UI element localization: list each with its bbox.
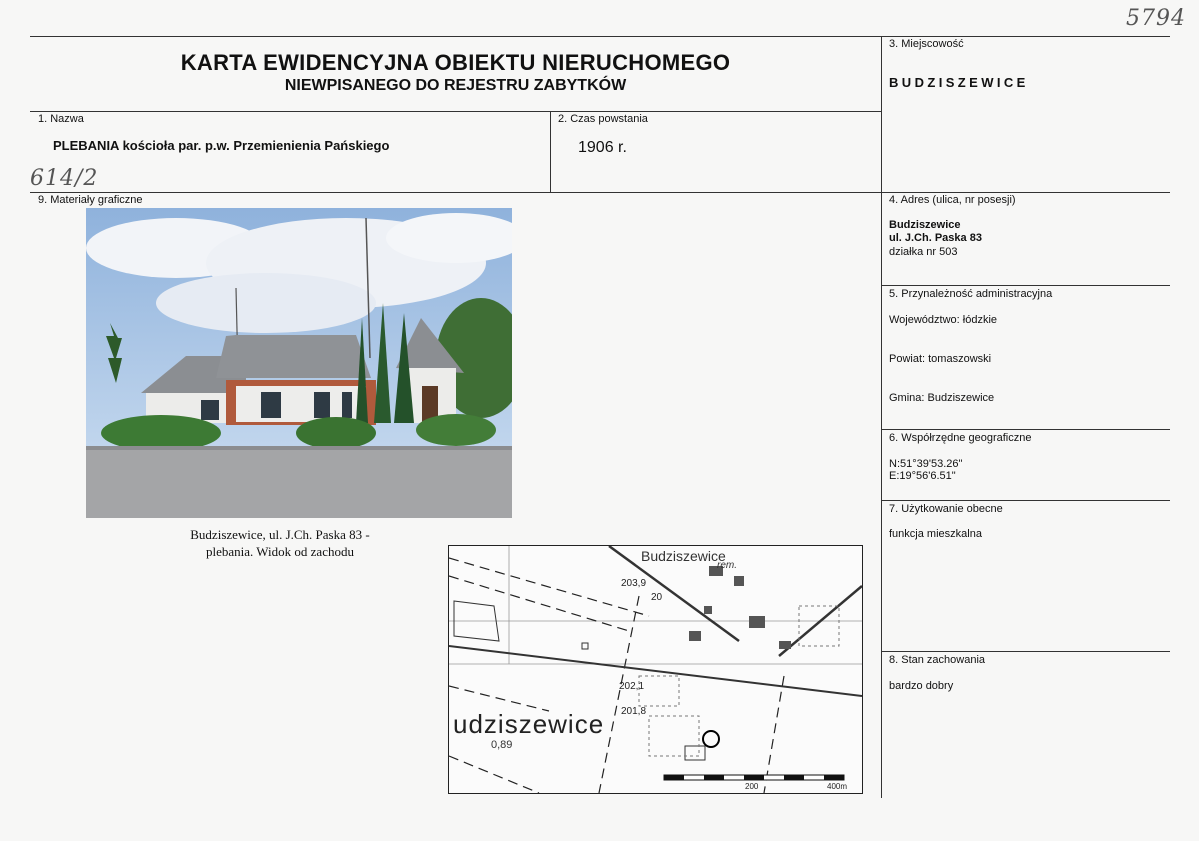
card-title: KARTA EWIDENCYJNA OBIEKTU NIERUCHOMEGO [180, 50, 731, 75]
top-rule [30, 36, 1170, 37]
map-elevation-2: 20 [651, 592, 663, 603]
field-5-label: 5. Przynależność administracyjna [889, 288, 1053, 300]
row-rule-5 [881, 651, 1170, 652]
address-street: ul. J.Ch. Paska 83 [889, 232, 982, 244]
map-elevation-1: 203,9 [621, 578, 647, 589]
map-elevation-4: 201,8 [621, 706, 647, 717]
map-town-label-main: udziszewice [453, 709, 605, 739]
right-column-divider [881, 36, 882, 798]
photo-caption-line-2: plebania. Widok od zachodu [206, 544, 354, 559]
map-elevation-3: 202,1 [619, 681, 645, 692]
name-date-divider [550, 111, 551, 193]
longitude-value: E:19°56'6.51" [889, 470, 956, 482]
commune-value: Gmina: Budziszewice [889, 392, 995, 404]
latitude-value: N:51°39'53.26" [889, 458, 963, 470]
field-6-label: 6. Współrzędne geograficzne [889, 432, 1032, 444]
map-rem-label: rem. [717, 560, 737, 571]
map-scale-200: 200 [745, 782, 759, 791]
building-photo [86, 208, 526, 518]
field-1-label: 1. Nazwa [38, 113, 84, 125]
handwritten-archive-number: 5794 [1126, 6, 1186, 31]
field-8-label: 8. Stan zachowania [889, 654, 986, 666]
row-rule-4 [881, 500, 1170, 501]
map-elevation-5: 0,89 [491, 739, 513, 751]
voivodeship-value: Województwo: łódzkie [889, 314, 998, 326]
location-map: Budziszewice rem. 203,9 20 202,1 201,8 u… [448, 545, 863, 794]
record-card: { "header": { "title_line1": "KARTA EWID… [0, 0, 1199, 841]
construction-date-value: 1906 r. [578, 139, 627, 156]
row-rule-1 [30, 192, 1170, 193]
county-value: Powiat: tomaszowski [889, 353, 992, 365]
photo-caption-line-1: Budziszewice, ul. J.Ch. Paska 83 - [190, 527, 370, 542]
header-bottom-rule [30, 111, 881, 112]
field-2-label: 2. Czas powstania [558, 113, 648, 125]
field-4-label: 4. Adres (ulica, nr posesji) [889, 194, 1016, 206]
field-3-label: 3. Miejscowość [889, 38, 964, 50]
field-9-label: 9. Materiały graficzne [38, 194, 143, 206]
map-scale-400: 400m [827, 782, 848, 791]
row-rule-3 [881, 429, 1170, 430]
condition-value: bardzo dobry [889, 680, 954, 692]
locality-value: BUDZISZEWICE [889, 75, 1029, 90]
current-use-value: funkcja mieszkalna [889, 528, 982, 540]
handwritten-inventory-number: 614/2 [30, 166, 99, 191]
map-town-label-top: Budziszewice [641, 548, 726, 564]
object-name-value: PLEBANIA kościoła par. p.w. Przemienieni… [53, 138, 390, 153]
field-7-label: 7. Użytkowanie obecne [889, 503, 1003, 515]
address-town: Budziszewice [889, 219, 961, 231]
card-subtitle: NIEWPISANEGO DO REJESTRU ZABYTKÓW [284, 77, 627, 94]
address-parcel: działka nr 503 [889, 246, 958, 258]
row-rule-2 [881, 285, 1170, 286]
